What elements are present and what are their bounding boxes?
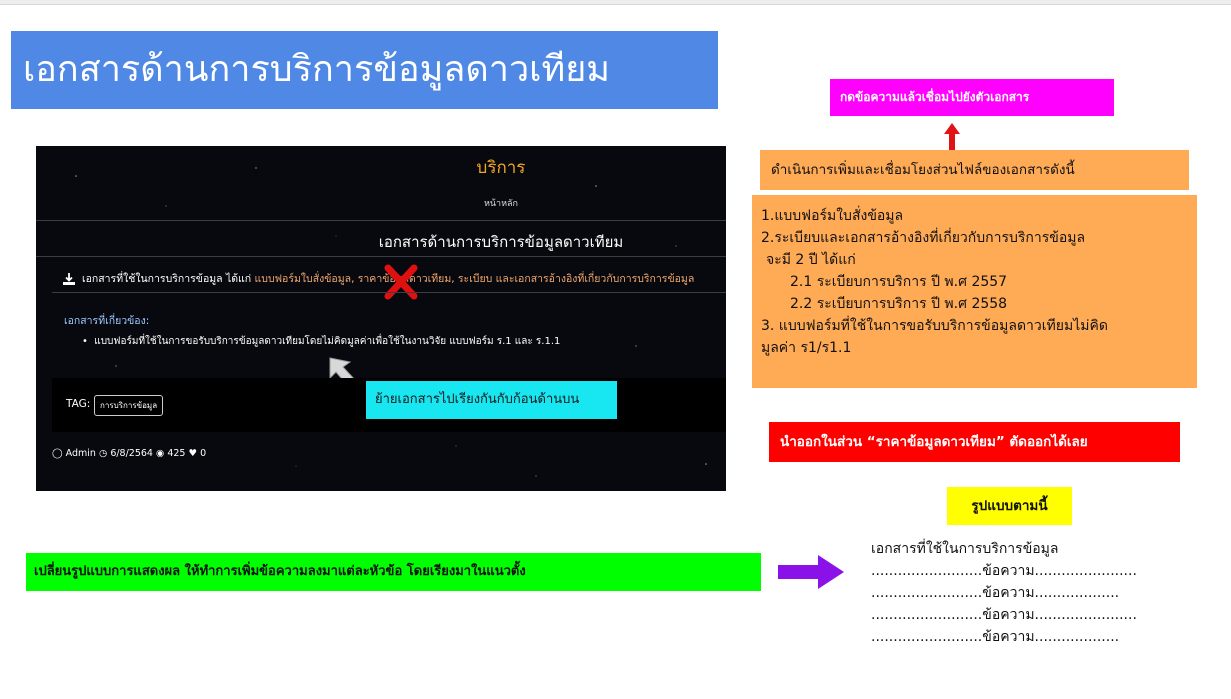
top-border (0, 0, 1231, 5)
list-item: 2.ระเบียบและเอกสารอ้างอิงที่เกี่ยวกับการ… (761, 230, 1086, 246)
post-meta: ◯ Admin ◷ 6/8/2564 ◉ 425 ♥ 0 (52, 448, 206, 459)
move-documents-note: ย้ายเอกสารไปเรียงกันกับก้อนด้านบน (366, 381, 617, 419)
divider (36, 256, 726, 257)
format-line: .........................ข้อความ........… (871, 607, 1137, 623)
add-files-note: ดำเนินการเพิ่มและเชื่อมโยงส่วนไฟล์ของเอก… (760, 150, 1189, 190)
download-icon (63, 273, 75, 285)
embedded-screenshot: บริการ หน้าหลัก เอกสารด้านการบริการข้อมู… (36, 146, 726, 491)
service-heading: บริการ (476, 158, 526, 178)
change-display-note: เปลี่ยนรูปแบบการแสดงผล ให้ทำการเพิ่มข้อค… (26, 553, 761, 591)
arrow-right-icon (778, 555, 844, 589)
link-documents-note: กดข้อความแล้วเชื่อมไปยังตัวเอกสาร (830, 79, 1114, 116)
divider (36, 220, 726, 221)
tag-chip[interactable]: การบริการข้อมูล (94, 395, 164, 416)
format-label: รูปแบบตามนี้ (947, 487, 1072, 525)
heart-icon[interactable]: ♥ (189, 448, 198, 459)
tag-label: TAG: (66, 398, 91, 410)
list-item: 3. แบบฟอร์มที่ใช้ในการขอรับบริการข้อมูลด… (761, 318, 1108, 334)
format-line: .........................ข้อความ........… (871, 563, 1137, 579)
list-item: 2.1 ระเบียบการบริการ ปี พ.ศ 2557 (790, 274, 1008, 290)
document-links[interactable]: แบบฟอร์มใบสั่งข้อมูล, ราคาข้อมูลดาวเทียม… (255, 273, 695, 285)
page-title: เอกสารด้านการบริการข้อมูลดาวเทียม (11, 31, 718, 109)
document-heading: เอกสารด้านการบริการข้อมูลดาวเทียม (378, 233, 624, 251)
list-item: มูลค่า ร1/ร1.1 (761, 340, 852, 356)
list-item: 2.2 ระเบียบการบริการ ปี พ.ศ 2558 (790, 296, 1008, 312)
divider (52, 292, 726, 293)
format-example: เอกสารที่ใช้ในการบริการข้อมูล ..........… (871, 538, 1137, 648)
format-line: .........................ข้อความ........… (871, 585, 1120, 601)
related-docs-heading: เอกสารที่เกี่ยวข้อง: (64, 315, 150, 327)
eye-icon: ◉ (156, 448, 165, 459)
format-line: .........................ข้อความ........… (871, 629, 1120, 645)
red-x-mark-icon (384, 264, 418, 300)
author: Admin (65, 448, 96, 459)
post-date: 6/8/2564 (110, 448, 153, 459)
document-list-box: 1.แบบฟอร์มใบสั่งข้อมูล 2.ระเบียบและเอกสา… (752, 195, 1197, 388)
arrow-up-icon (944, 123, 960, 151)
list-item: 1.แบบฟอร์มใบสั่งข้อมูล (761, 208, 904, 224)
remove-price-note: นำออกในส่วน “ราคาข้อมูลดาวเทียม” ตัดออกไ… (769, 422, 1180, 462)
clock-icon: ◷ (98, 448, 108, 459)
view-count: 425 (167, 448, 186, 459)
list-item: จะมี 2 ปี ได้แก่ (766, 252, 856, 268)
download-prefix: เอกสารที่ใช้ในการบริการข้อมูล ได้แก่ (82, 273, 252, 285)
breadcrumb[interactable]: หน้าหลัก (36, 196, 726, 210)
like-count: 0 (200, 448, 207, 459)
user-icon: ◯ (52, 448, 63, 459)
format-heading: เอกสารที่ใช้ในการบริการข้อมูล (871, 541, 1059, 557)
related-doc-item[interactable]: • แบบฟอร์มที่ใช้ในการขอรับบริการข้อมูลดา… (82, 334, 560, 349)
